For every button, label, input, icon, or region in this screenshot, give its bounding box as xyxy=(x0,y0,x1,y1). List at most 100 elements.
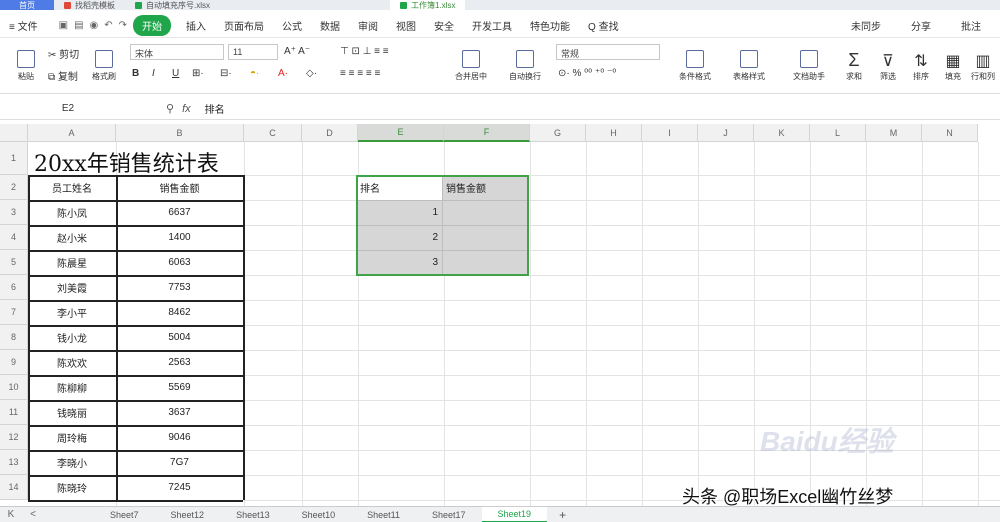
column-header-l[interactable]: L xyxy=(810,124,866,142)
sort-button[interactable]: ⇅ 排序 xyxy=(906,44,936,88)
table-header-cell[interactable]: 销售金额 xyxy=(116,175,243,200)
font-size-select[interactable]: 11 xyxy=(228,44,278,60)
save-icon[interactable]: ▣ xyxy=(59,20,68,31)
filter-button[interactable]: ⊽ 筛选 xyxy=(872,44,904,88)
column-header-b[interactable]: B xyxy=(116,124,244,142)
undo-icon[interactable]: ↶ xyxy=(104,20,112,31)
sales-amount-cell[interactable]: 6063 xyxy=(116,250,243,275)
cut-button[interactable]: ✂ 剪切 xyxy=(48,46,79,61)
sales-amount-cell[interactable]: 6637 xyxy=(116,200,243,225)
rank-number-cell[interactable]: 3 xyxy=(356,250,442,275)
column-header-a[interactable]: A xyxy=(28,124,116,142)
row-header-13[interactable]: 13 xyxy=(0,450,28,475)
preview-icon[interactable]: ◉ xyxy=(90,20,99,31)
menu-file[interactable]: ≡ 文件 xyxy=(0,18,47,33)
font-grow-button[interactable]: A⁺ A⁻ xyxy=(284,46,310,57)
print-icon[interactable]: ▤ xyxy=(74,20,83,31)
menu-formulas[interactable]: 公式 xyxy=(273,18,311,33)
border-button[interactable]: ⊞· xyxy=(192,68,204,79)
underline-button[interactable]: U xyxy=(172,68,179,79)
format-painter-button[interactable]: 格式刷 xyxy=(84,44,124,88)
sales-amount-cell[interactable]: 3637 xyxy=(116,400,243,425)
sales-amount-cell[interactable]: 2563 xyxy=(116,350,243,375)
row-header-12[interactable]: 12 xyxy=(0,425,28,450)
row-header-10[interactable]: 10 xyxy=(0,375,28,400)
name-box[interactable]: E2 xyxy=(10,100,126,118)
tab-file-2[interactable]: 工作簿1.xlsx xyxy=(390,0,466,10)
employee-name-cell[interactable]: 刘美霞 xyxy=(28,275,116,300)
sum-button[interactable]: Σ 求和 xyxy=(838,44,870,88)
column-header-f[interactable]: F xyxy=(444,124,530,142)
column-header-e[interactable]: E xyxy=(358,124,444,142)
column-header-g[interactable]: G xyxy=(530,124,586,142)
column-header-d[interactable]: D xyxy=(302,124,358,142)
paste-button[interactable]: 粘贴 xyxy=(8,44,44,88)
employee-name-cell[interactable]: 陈柳柳 xyxy=(28,375,116,400)
menu-developer[interactable]: 开发工具 xyxy=(463,18,521,33)
sync-status[interactable]: 未同步 xyxy=(842,18,890,33)
employee-name-cell[interactable]: 李晓小 xyxy=(28,450,116,475)
sales-amount-cell[interactable]: 5004 xyxy=(116,325,243,350)
font-name-select[interactable]: 宋体 xyxy=(130,44,224,60)
column-header-c[interactable]: C xyxy=(244,124,302,142)
sheet-title[interactable]: 20xx年销售统计表 xyxy=(34,146,219,178)
row-header-5[interactable]: 5 xyxy=(0,250,28,275)
row-header-3[interactable]: 3 xyxy=(0,200,28,225)
comment-button[interactable]: 批注 xyxy=(952,18,990,33)
formula-input[interactable]: 排名 xyxy=(205,101,225,116)
italic-button[interactable]: I xyxy=(152,68,155,79)
menu-start[interactable]: 开始 xyxy=(133,15,172,36)
employee-name-cell[interactable]: 陈晓玲 xyxy=(28,475,116,500)
prev-sheet-button[interactable]: < xyxy=(22,509,44,520)
merge-border-button[interactable]: ⊟· xyxy=(220,68,232,79)
employee-name-cell[interactable]: 陈欢欢 xyxy=(28,350,116,375)
zoom-icon[interactable]: ⚲ xyxy=(166,102,174,115)
rank-number-cell[interactable]: 1 xyxy=(356,200,442,225)
tab-home[interactable]: 首页 xyxy=(0,0,54,10)
redo-icon[interactable]: ↷ xyxy=(119,20,127,31)
doc-assistant-button[interactable]: 文档助手 xyxy=(784,44,834,88)
sheet-tab[interactable]: Sheet10 xyxy=(286,507,352,522)
rank-sales-header-cell[interactable]: 销售金额 xyxy=(442,175,529,200)
employee-name-cell[interactable]: 钱小龙 xyxy=(28,325,116,350)
column-header-n[interactable]: N xyxy=(922,124,978,142)
table-header-cell[interactable]: 员工姓名 xyxy=(28,175,116,200)
sales-amount-cell[interactable]: 7G7 xyxy=(116,450,243,475)
sales-amount-cell[interactable]: 5569 xyxy=(116,375,243,400)
fill-color-button[interactable]: ◓· xyxy=(250,68,259,79)
row-header-7[interactable]: 7 xyxy=(0,300,28,325)
first-sheet-button[interactable]: K xyxy=(0,509,22,520)
conditional-format-button[interactable]: 条件格式 xyxy=(670,44,720,88)
table-style-button[interactable]: 表格样式 xyxy=(724,44,774,88)
number-format-select[interactable]: 常规 xyxy=(556,44,660,60)
wrap-text-button[interactable]: 自动换行 xyxy=(500,44,550,88)
menu-page-layout[interactable]: 页面布局 xyxy=(215,18,273,33)
row-header-2[interactable]: 2 xyxy=(0,175,28,200)
row-header-8[interactable]: 8 xyxy=(0,325,28,350)
menu-security[interactable]: 安全 xyxy=(425,18,463,33)
row-header-14[interactable]: 14 xyxy=(0,475,28,500)
sheet-tab-active[interactable]: Sheet19 xyxy=(481,506,548,522)
column-header-j[interactable]: J xyxy=(698,124,754,142)
menu-search[interactable]: Q 查找 xyxy=(579,18,628,33)
employee-name-cell[interactable]: 钱晓丽 xyxy=(28,400,116,425)
share-button[interactable]: 分享 xyxy=(902,18,940,33)
sheet-tab[interactable]: Sheet13 xyxy=(220,507,286,522)
menu-features[interactable]: 特色功能 xyxy=(521,18,579,33)
menu-insert[interactable]: 插入 xyxy=(177,18,215,33)
sheet-tab[interactable]: Sheet11 xyxy=(351,507,416,522)
align-top-button[interactable]: ⊤ ⊡ ⊥ ≡ ≡ xyxy=(340,46,389,57)
employee-name-cell[interactable]: 陈晨星 xyxy=(28,250,116,275)
align-left-button[interactable]: ≡ ≡ ≡ ≡ ≡ xyxy=(340,68,380,79)
row-col-button[interactable]: ▥ 行和列 xyxy=(968,44,998,88)
select-all-corner[interactable] xyxy=(0,124,28,142)
tab-file-1[interactable]: 自动填充序号.xlsx xyxy=(125,0,220,10)
row-header-6[interactable]: 6 xyxy=(0,275,28,300)
row-header-4[interactable]: 4 xyxy=(0,225,28,250)
sheet-tab[interactable]: Sheet7 xyxy=(94,507,155,522)
employee-name-cell[interactable]: 陈小凤 xyxy=(28,200,116,225)
row-header-11[interactable]: 11 xyxy=(0,400,28,425)
column-header-i[interactable]: I xyxy=(642,124,698,142)
sales-amount-cell[interactable]: 9046 xyxy=(116,425,243,450)
column-header-h[interactable]: H xyxy=(586,124,642,142)
